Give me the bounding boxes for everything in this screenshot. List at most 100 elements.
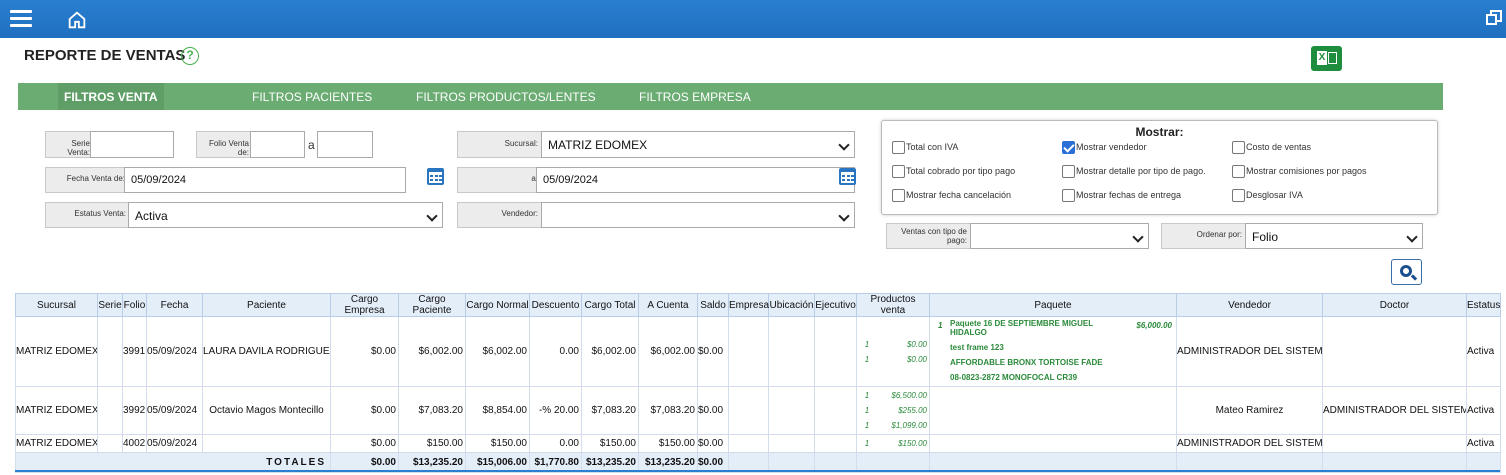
cell-doctor — [1322, 316, 1467, 387]
col-cargo-empresa[interactable]: Cargo Empresa — [330, 293, 399, 317]
checkbox-mostrar-vendedor[interactable]: Mostrar vendedor — [1062, 141, 1147, 154]
col-descuento[interactable]: Descuento — [529, 293, 582, 317]
cell-folio: 3991 — [122, 316, 147, 387]
col-paciente[interactable]: Paciente — [202, 293, 331, 317]
checkbox-label: Total cobrado por tipo pago — [906, 165, 1016, 176]
checkbox-label: Total con IVA — [906, 141, 959, 152]
ordenar-value: Folio — [1252, 230, 1279, 244]
cell-fecha: 05/09/2024 — [146, 386, 203, 435]
cell-empresa — [728, 386, 769, 435]
checkbox-detalle-tipo-pago[interactable]: Mostrar detalle por tipo de pago. — [1062, 165, 1206, 178]
estatus-venta-select[interactable]: Activa — [128, 202, 443, 228]
cell-cargo-total: $150.00 — [581, 434, 639, 453]
tab-filtros-productos[interactable]: FILTROS PRODUCTOS/LENTES — [416, 83, 596, 110]
col-cargo-total[interactable]: Cargo Total — [581, 293, 639, 317]
cell-folio: 3992 — [122, 386, 147, 435]
checkbox-label: Desglosar IVA — [1246, 189, 1303, 200]
mostrar-title: Mostrar: — [1135, 125, 1184, 139]
fecha-from-input[interactable]: 05/09/2024 — [124, 167, 406, 193]
col-fecha[interactable]: Fecha — [146, 293, 203, 317]
col-serie[interactable]: Serie — [97, 293, 123, 317]
col-ejecutivo[interactable]: Ejecutivo — [814, 293, 857, 317]
checkbox-fechas-entrega[interactable]: Mostrar fechas de entrega — [1062, 189, 1181, 202]
cell-descuento: 0.00 — [529, 316, 582, 387]
serie-venta-input[interactable] — [90, 131, 174, 158]
table-row[interactable]: MATRIZ EDOMEX 4002 05/09/2024 $0.00 $150… — [15, 434, 1501, 453]
estatus-value: Activa — [135, 209, 168, 223]
sucursal-value: MATRIZ EDOMEX — [548, 138, 648, 152]
excel-export-button[interactable]: X — [1311, 46, 1342, 71]
checkbox-total-cobrado[interactable]: Total cobrado por tipo pago — [892, 165, 1015, 178]
checkbox-icon — [1062, 165, 1075, 178]
folio-from-input[interactable] — [250, 131, 305, 158]
cell-ubicacion — [768, 386, 815, 435]
cell-a-cuenta: $6,002.00 — [638, 316, 698, 387]
cell-serie — [97, 316, 123, 387]
home-icon[interactable] — [66, 9, 88, 31]
paquete-item: test frame 123 — [950, 342, 1004, 352]
tab-filtros-venta[interactable]: FILTROS VENTA — [58, 83, 164, 110]
checkbox-label: Costo de ventas — [1246, 141, 1312, 152]
sucursal-select[interactable]: MATRIZ EDOMEX — [541, 131, 855, 158]
col-productos-venta[interactable]: Productos venta — [856, 293, 930, 317]
cell-cargo-total: $7,083.20 — [581, 386, 639, 435]
checkbox-icon — [892, 141, 905, 154]
cell-cargo-normal: $150.00 — [465, 434, 530, 453]
hamburger-menu-icon[interactable] — [10, 10, 32, 28]
search-button[interactable] — [1391, 259, 1422, 285]
cell-paquete: 1 Paquete 16 DE SEPTIEMBRE MIGUEL HIDALG… — [929, 316, 1177, 387]
cell-sucursal: MATRIZ EDOMEX — [15, 434, 98, 453]
tipo-pago-select[interactable] — [970, 223, 1149, 249]
col-a-cuenta[interactable]: A Cuenta — [638, 293, 698, 317]
cell-saldo: $0.00 — [697, 316, 729, 387]
checkbox-fecha-cancelacion[interactable]: Mostrar fecha cancelación — [892, 189, 1011, 202]
col-saldo[interactable]: Saldo — [697, 293, 729, 317]
cell-productos-venta: 1 $6,500.00 1 $255.00 1 $1,099.00 — [856, 386, 930, 435]
cell-cargo-paciente: $6,002.00 — [398, 316, 466, 387]
ordenar-select[interactable]: Folio — [1245, 223, 1423, 249]
vendedor-select[interactable] — [541, 202, 855, 228]
col-doctor[interactable]: Doctor — [1322, 293, 1467, 317]
checkbox-icon — [892, 165, 905, 178]
cell-productos-venta: 1 $0.00 1 $0.00 — [856, 316, 930, 387]
cell-paquete — [929, 386, 1177, 435]
tab-filtros-empresa[interactable]: FILTROS EMPRESA — [639, 83, 751, 110]
checkbox-total-con-iva[interactable]: Total con IVA — [892, 141, 958, 154]
excel-icon — [1328, 52, 1337, 64]
cell-estatus: Activa — [1466, 386, 1501, 435]
cell-cargo-empresa: $0.00 — [330, 434, 399, 453]
cell-fecha: 05/09/2024 — [146, 434, 203, 453]
cell-paquete — [929, 434, 1177, 453]
filter-tabs: FILTROS VENTA FILTROS PACIENTES FILTROS … — [18, 83, 1443, 110]
help-icon[interactable]: ? — [181, 47, 199, 65]
table-row[interactable]: MATRIZ EDOMEX 3991 05/09/2024 LAURA DAVI… — [15, 316, 1501, 387]
cell-doctor: ADMINISTRADOR DEL SISTEMA — [1322, 386, 1467, 435]
cell-cargo-normal: $6,002.00 — [465, 316, 530, 387]
paquete-item: 08-0823-2872 MONOFOCAL CR39 — [950, 372, 1078, 382]
col-vendedor[interactable]: Vendedor — [1176, 293, 1323, 317]
checkbox-label: Mostrar detalle por tipo de pago. — [1076, 165, 1206, 176]
checkbox-comisiones-pagos[interactable]: Mostrar comisiones por pagos — [1232, 165, 1367, 178]
checkbox-costo-ventas[interactable]: Costo de ventas — [1232, 141, 1311, 154]
table-row[interactable]: MATRIZ EDOMEX 3992 05/09/2024 Octavio Ma… — [15, 386, 1501, 435]
col-empresa[interactable]: Empresa — [728, 293, 769, 317]
fecha-to-input[interactable]: 05/09/2024 — [536, 167, 855, 193]
cell-cargo-normal: $8,854.00 — [465, 386, 530, 435]
calendar-icon[interactable] — [839, 168, 856, 185]
col-cargo-paciente[interactable]: Cargo Paciente — [398, 293, 466, 317]
col-ubicacion[interactable]: Ubicación — [768, 293, 815, 317]
tab-filtros-pacientes[interactable]: FILTROS PACIENTES — [252, 83, 372, 110]
col-estatus[interactable]: Estatus — [1466, 293, 1501, 317]
calendar-icon[interactable] — [427, 168, 444, 185]
col-folio[interactable]: Folio — [122, 293, 147, 317]
col-sucursal[interactable]: Sucursal — [15, 293, 98, 317]
checkbox-label: Mostrar vendedor — [1076, 141, 1147, 152]
restore-window-icon[interactable] — [1486, 10, 1502, 26]
col-paquete[interactable]: Paquete — [929, 293, 1177, 317]
col-cargo-normal[interactable]: Cargo Normal — [465, 293, 530, 317]
page-title: REPORTE DE VENTAS — [24, 47, 186, 64]
checkbox-desglosar-iva[interactable]: Desglosar IVA — [1232, 189, 1303, 202]
folio-to-input[interactable] — [317, 131, 373, 158]
cell-cargo-empresa: $0.00 — [330, 316, 399, 387]
cell-paciente: Octavio Magos Montecillo — [202, 386, 331, 435]
